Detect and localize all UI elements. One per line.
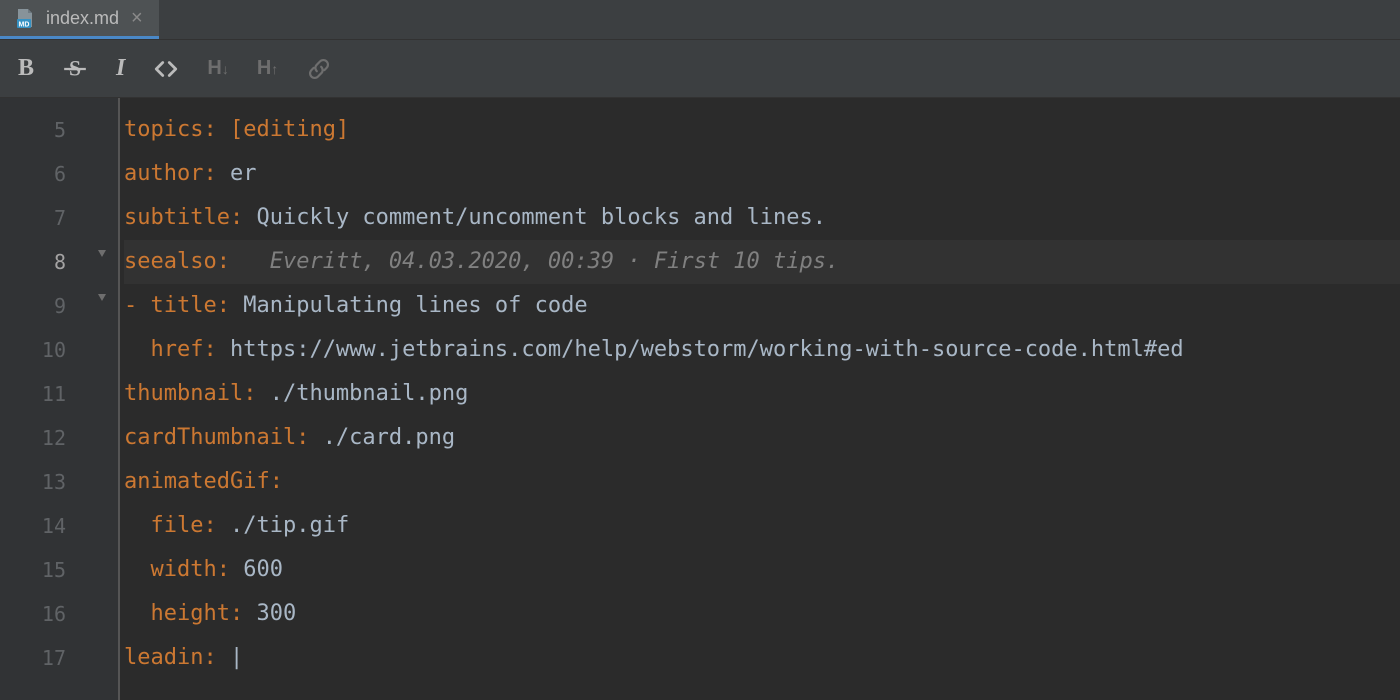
header-decrease-button[interactable]: H↓: [207, 57, 228, 80]
header-increase-button[interactable]: H↑: [257, 57, 278, 80]
link-button[interactable]: [306, 56, 332, 82]
fold-gutter: [100, 98, 120, 700]
line-number: 5: [0, 108, 100, 152]
editor-tab[interactable]: MD index.md ×: [0, 0, 159, 39]
line-number: 6: [0, 152, 100, 196]
code-line[interactable]: thumbnail: ./thumbnail.png: [124, 372, 1400, 416]
line-number-gutter: 5 6 7 8 9 10 11 12 13 14 15 16 17: [0, 98, 100, 700]
code-line[interactable]: seealso: Everitt, 04.03.2020, 00:39 · Fi…: [124, 240, 1400, 284]
svg-text:MD: MD: [19, 22, 30, 29]
fold-marker-icon[interactable]: [94, 246, 110, 262]
tab-filename: index.md: [46, 8, 119, 29]
code-line[interactable]: topics: [editing]: [124, 108, 1400, 152]
line-number: 15: [0, 548, 100, 592]
line-number: 12: [0, 416, 100, 460]
code-line[interactable]: - title: Manipulating lines of code: [124, 284, 1400, 328]
line-number: 17: [0, 636, 100, 680]
strikethrough-button[interactable]: S: [62, 56, 88, 82]
code-line[interactable]: height: 300: [124, 592, 1400, 636]
code-line[interactable]: file: ./tip.gif: [124, 504, 1400, 548]
line-number: 14: [0, 504, 100, 548]
line-number: 13: [0, 460, 100, 504]
line-number: 11: [0, 372, 100, 416]
line-number: 16: [0, 592, 100, 636]
code-line[interactable]: author: er: [124, 152, 1400, 196]
line-number: 9: [0, 284, 100, 328]
markdown-toolbar: B S I H↓ H↑: [0, 40, 1400, 98]
line-number: 8: [0, 240, 100, 284]
italic-button[interactable]: I: [116, 55, 125, 82]
code-line[interactable]: href: https://www.jetbrains.com/help/web…: [124, 328, 1400, 372]
code-line[interactable]: animatedGif:: [124, 460, 1400, 504]
code-content[interactable]: topics: [editing] author: er subtitle: Q…: [120, 98, 1400, 700]
code-button[interactable]: [153, 56, 179, 82]
line-number: 10: [0, 328, 100, 372]
code-line[interactable]: cardThumbnail: ./card.png: [124, 416, 1400, 460]
editor-area[interactable]: 5 6 7 8 9 10 11 12 13 14 15 16 17 topics…: [0, 98, 1400, 700]
close-icon[interactable]: ×: [129, 7, 145, 30]
markdown-file-icon: MD: [14, 7, 36, 29]
code-line[interactable]: width: 600: [124, 548, 1400, 592]
tab-bar: MD index.md ×: [0, 0, 1400, 40]
code-line[interactable]: leadin: |: [124, 636, 1400, 680]
code-line[interactable]: subtitle: Quickly comment/uncomment bloc…: [124, 196, 1400, 240]
bold-button[interactable]: B: [18, 55, 34, 82]
fold-marker-icon[interactable]: [94, 290, 110, 306]
line-number: 7: [0, 196, 100, 240]
